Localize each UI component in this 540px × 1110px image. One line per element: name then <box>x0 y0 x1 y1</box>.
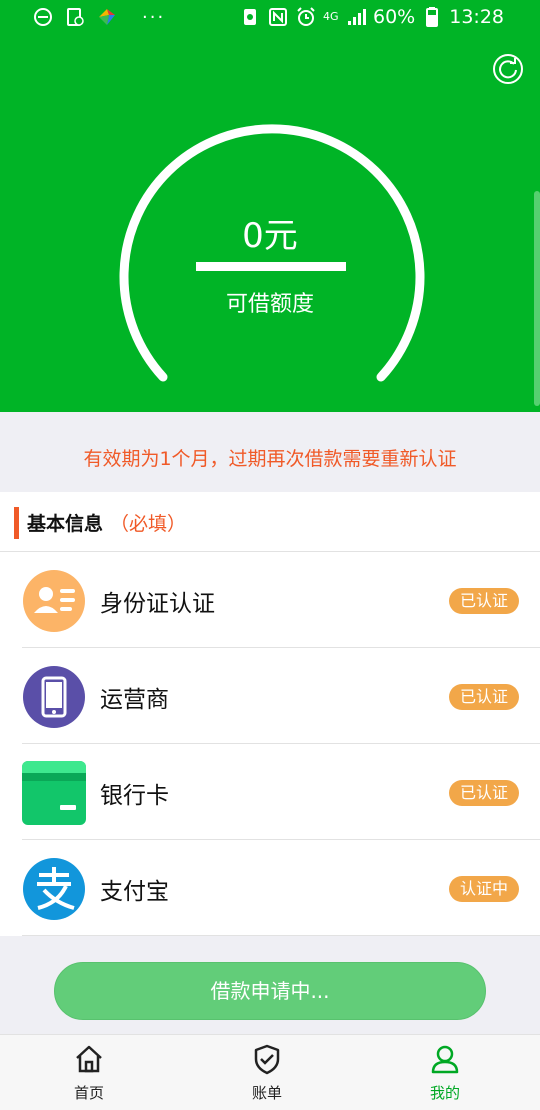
screen-record-icon <box>67 8 84 26</box>
validity-notice: 有效期为1个月，过期再次借款需要重新认证 <box>0 412 540 492</box>
status-badge: 已认证 <box>449 780 519 806</box>
status-badge: 已认证 <box>449 684 519 710</box>
list-item-carrier[interactable]: 运营商 已认证 <box>22 648 540 744</box>
section-required-note: （必填） <box>110 513 187 535</box>
tab-bills[interactable]: 账单 <box>207 1035 327 1110</box>
tab-mine[interactable]: 我的 <box>385 1035 505 1110</box>
status-bar: ··· 4G 60% 13:28 <box>0 0 540 36</box>
alarm-icon <box>297 7 315 26</box>
list-item-label: 银行卡 <box>100 783 169 809</box>
list-item-bank-card[interactable]: 银行卡 已认证 <box>22 744 540 840</box>
shield-check-icon <box>254 1044 280 1075</box>
section-accent-bar <box>14 507 19 539</box>
list-item-label: 支付宝 <box>100 879 169 905</box>
user-icon <box>431 1045 459 1074</box>
app-logo-icon <box>99 9 115 25</box>
status-right: 4G 60% 13:28 <box>239 6 504 28</box>
bottom-nav: 首页 账单 我的 <box>0 1034 540 1110</box>
refresh-icon[interactable] <box>492 53 524 85</box>
quota-panel: 0元 可借额度 <box>0 36 540 412</box>
battery-percent: 60% <box>373 6 416 28</box>
mobile-phone-icon <box>23 666 85 728</box>
section-title: 基本信息 <box>27 513 104 535</box>
tab-label: 账单 <box>251 1084 282 1102</box>
clock: 13:28 <box>449 6 504 28</box>
more-dots: ··· <box>142 6 166 28</box>
bank-card-icon <box>22 761 86 825</box>
tab-home[interactable]: 首页 <box>29 1035 149 1110</box>
minus-circle-icon <box>34 8 52 26</box>
list-item-label: 运营商 <box>100 687 169 713</box>
amount-underline <box>196 262 346 271</box>
id-card-icon <box>23 570 85 632</box>
quota-amount: 0元 <box>242 216 298 256</box>
tab-label: 首页 <box>73 1084 104 1102</box>
tab-label: 我的 <box>429 1084 460 1102</box>
nfc-icon <box>269 8 287 26</box>
list-item-label: 身份证认证 <box>100 591 215 617</box>
status-badge: 已认证 <box>449 588 519 614</box>
home-icon <box>76 1045 102 1073</box>
scrollbar[interactable] <box>534 191 540 406</box>
status-badge: 认证中 <box>449 876 519 902</box>
quota-label: 可借额度 <box>225 292 314 317</box>
list-item-id-card[interactable]: 身份证认证 已认证 <box>22 552 540 648</box>
network-type: 4G <box>323 10 339 23</box>
basic-info-card: 基本信息 （必填） 身份证认证 已认证 运营商 已认证 银行卡 已认证 支付宝 … <box>0 492 540 936</box>
loan-apply-button[interactable]: 借款申请中... <box>54 962 486 1020</box>
signal-icon <box>348 9 366 25</box>
battery-icon <box>426 7 439 27</box>
recycle-icon <box>244 9 256 25</box>
status-left: ··· <box>32 6 165 28</box>
alipay-icon <box>23 858 85 920</box>
section-header: 基本信息 （必填） <box>0 492 540 552</box>
list-item-alipay[interactable]: 支付宝 认证中 <box>22 840 540 936</box>
